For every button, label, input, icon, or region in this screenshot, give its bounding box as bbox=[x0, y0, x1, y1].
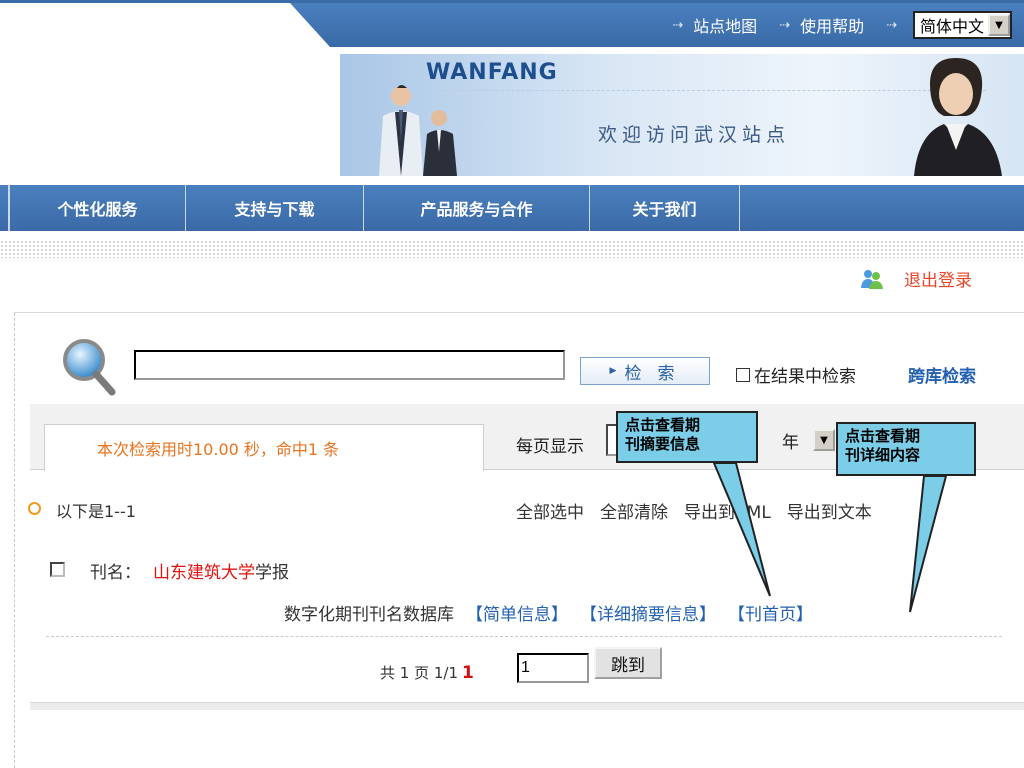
callout-abstract-info: 点击查看期 刊摘要信息 bbox=[616, 411, 758, 463]
callout-pointers bbox=[712, 462, 948, 613]
callout-detail-content: 点击查看期 刊详细内容 bbox=[836, 422, 976, 476]
